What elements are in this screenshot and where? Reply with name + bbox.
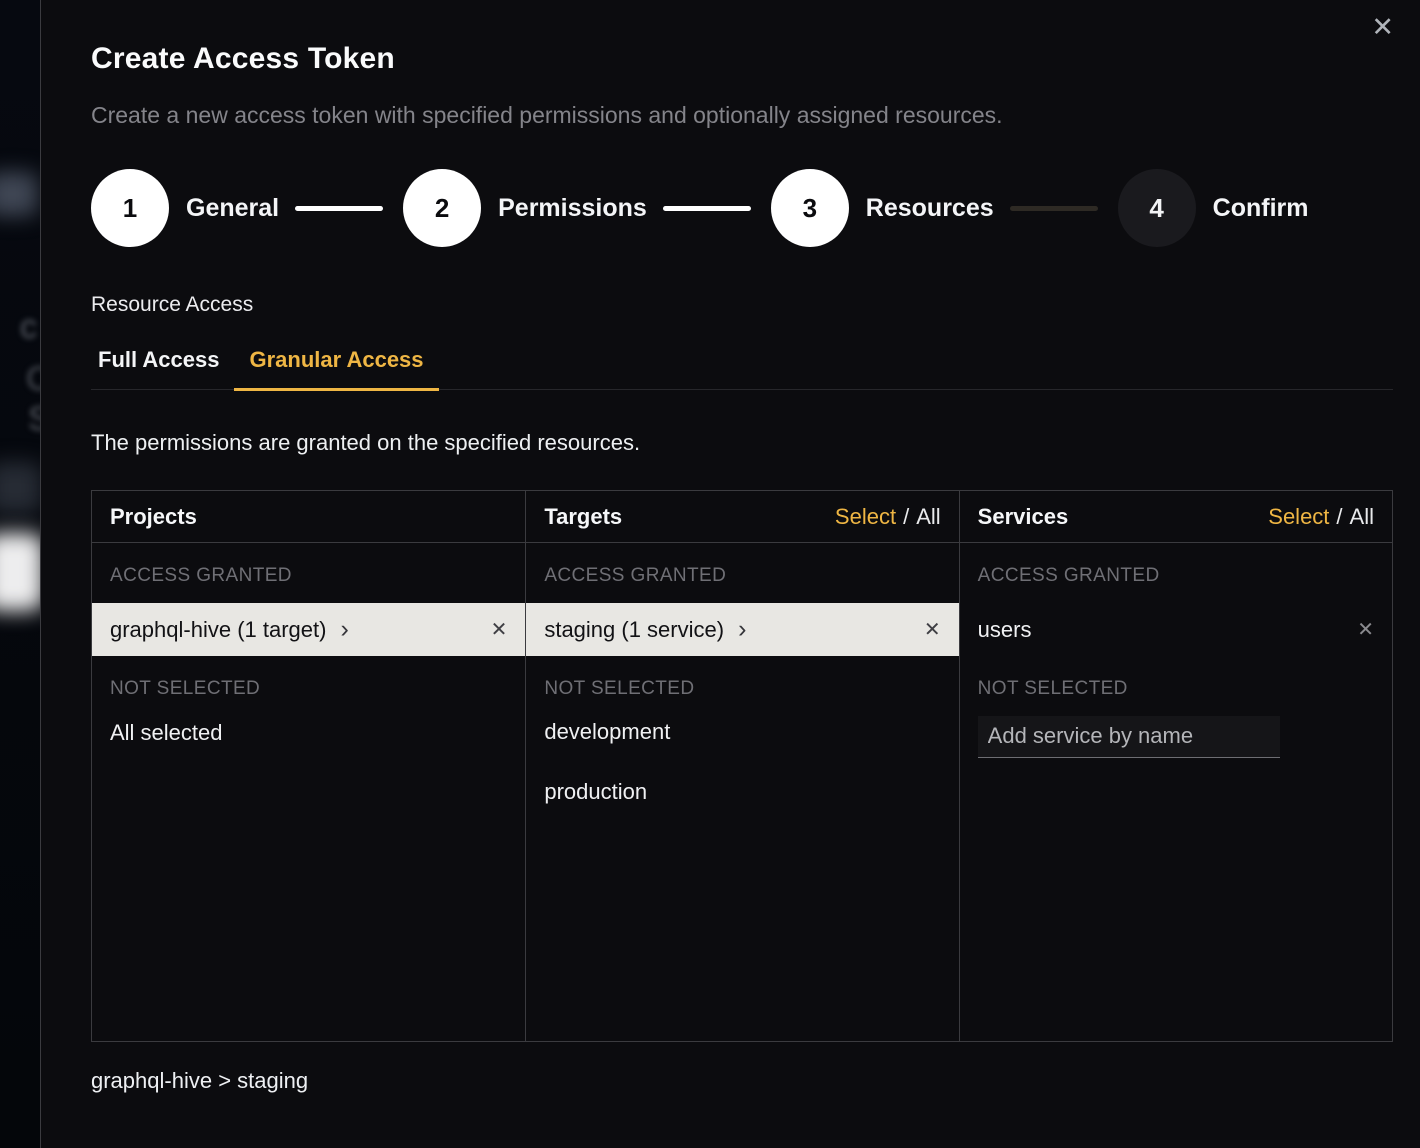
not-selected-heading: NOT SELECTED <box>960 656 1392 700</box>
all-link[interactable]: All <box>916 504 940 529</box>
column-title: Projects <box>110 504 197 530</box>
blurred-background-shape <box>0 533 40 611</box>
step-label: Resources <box>866 194 994 223</box>
not-selected-heading: NOT SELECTED <box>526 656 958 700</box>
not-selected-heading: NOT SELECTED <box>92 656 525 700</box>
row-label: staging (1 service) <box>544 617 724 643</box>
tab-granular-access[interactable]: Granular Access <box>234 347 438 391</box>
select-all-controls: Select / All <box>835 504 941 530</box>
blurred-background-shape <box>0 172 38 216</box>
all-selected-note: All selected <box>92 700 525 746</box>
modal-description: Create a new access token with specified… <box>91 102 1392 129</box>
breadcrumb: graphql-hive > staging <box>91 1068 1392 1094</box>
access-granted-heading: ACCESS GRANTED <box>526 543 958 587</box>
all-link[interactable]: All <box>1350 504 1374 529</box>
step-connector <box>1010 206 1098 211</box>
select-all-divider: / <box>1336 504 1342 529</box>
project-row-graphql-hive[interactable]: graphql-hive (1 target) › ✕ <box>92 603 525 656</box>
chevron-right-icon: › <box>738 617 746 642</box>
blurred-background-shape <box>0 462 40 514</box>
select-all-controls: Select / All <box>1268 504 1374 530</box>
resource-picker: Projects ACCESS GRANTED graphql-hive (1 … <box>91 490 1393 1042</box>
projects-column-header: Projects <box>92 491 525 543</box>
step-number-circle: 2 <box>403 169 481 247</box>
services-column-header: Services Select / All <box>960 491 1392 543</box>
access-granted-heading: ACCESS GRANTED <box>960 543 1392 587</box>
column-title: Services <box>978 504 1069 530</box>
select-link[interactable]: Select <box>835 504 896 529</box>
step-connector <box>663 206 751 211</box>
row-label: graphql-hive (1 target) <box>110 617 326 643</box>
step-permissions[interactable]: 2 Permissions <box>403 169 647 247</box>
step-number-circle: 3 <box>771 169 849 247</box>
service-row-users[interactable]: users ✕ <box>960 603 1392 656</box>
step-confirm[interactable]: 4 Confirm <box>1118 169 1309 247</box>
page-backdrop: c C S <box>0 0 40 1148</box>
targets-column: Targets Select / All ACCESS GRANTED stagin… <box>525 491 958 1041</box>
blurred-text-fragment: S <box>28 400 40 439</box>
targets-column-header: Targets Select / All <box>526 491 958 543</box>
create-access-token-modal: ✕ Create Access Token Create a new acces… <box>40 0 1420 1148</box>
blurred-text-fragment: C <box>26 360 40 399</box>
access-tabs: Full Access Granular Access <box>91 347 1393 390</box>
step-resources[interactable]: 3 Resources <box>771 169 994 247</box>
target-item-development[interactable]: development <box>526 704 958 760</box>
add-service-input[interactable] <box>978 716 1280 758</box>
modal-title: Create Access Token <box>91 42 1392 76</box>
step-number-circle: 1 <box>91 169 169 247</box>
step-label: Permissions <box>498 194 647 223</box>
chevron-right-icon: › <box>340 617 348 642</box>
resource-access-heading: Resource Access <box>91 293 1392 317</box>
row-label: users <box>978 617 1032 643</box>
step-number-circle: 4 <box>1118 169 1196 247</box>
services-column: Services Select / All ACCESS GRANTED users… <box>959 491 1392 1041</box>
step-general[interactable]: 1 General <box>91 169 279 247</box>
blurred-text-fragment: c <box>20 308 37 347</box>
step-connector <box>295 206 383 211</box>
step-label: Confirm <box>1213 194 1309 223</box>
remove-icon[interactable]: ✕ <box>491 617 508 642</box>
remove-icon[interactable]: ✕ <box>924 617 941 642</box>
column-title: Targets <box>544 504 622 530</box>
tab-full-access[interactable]: Full Access <box>83 347 234 391</box>
access-granted-heading: ACCESS GRANTED <box>92 543 525 587</box>
projects-column: Projects ACCESS GRANTED graphql-hive (1 … <box>92 491 525 1041</box>
granular-access-description: The permissions are granted on the speci… <box>91 430 1392 456</box>
remove-icon[interactable]: ✕ <box>1357 617 1374 642</box>
select-link[interactable]: Select <box>1268 504 1329 529</box>
close-icon[interactable]: ✕ <box>1371 14 1394 41</box>
target-item-production[interactable]: production <box>526 764 958 820</box>
wizard-stepper: 1 General 2 Permissions 3 Resources 4 Co… <box>91 169 1392 247</box>
select-all-divider: / <box>903 504 909 529</box>
step-label: General <box>186 194 279 223</box>
target-row-staging[interactable]: staging (1 service) › ✕ <box>526 603 958 656</box>
